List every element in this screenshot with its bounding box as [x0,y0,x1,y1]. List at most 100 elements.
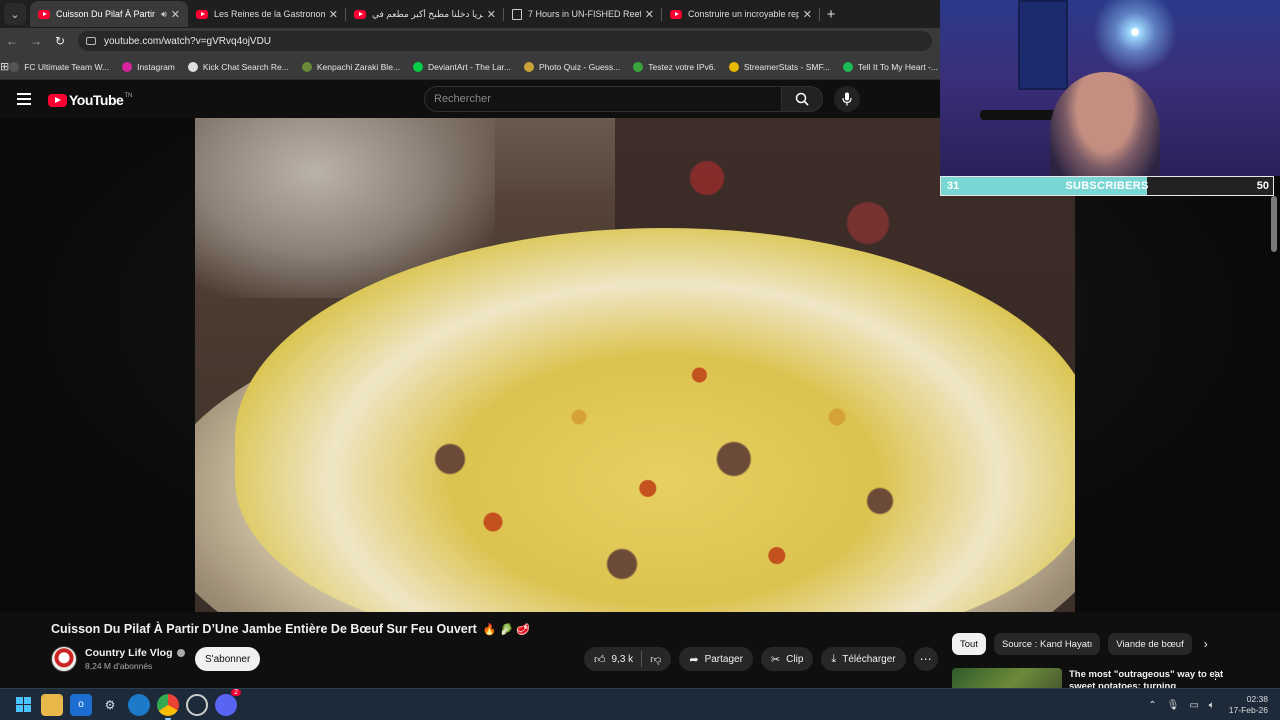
tray-network-icon[interactable]: ▭ [1189,700,1198,711]
file-explorer-icon[interactable] [41,693,63,716]
chevron-right-icon[interactable]: › [1204,637,1208,651]
bookmark-item[interactable]: Photo Quiz - Guess... [524,61,621,72]
bookmark-item[interactable]: FC Ultimate Team W... [9,61,110,72]
bookmark-favicon-icon [301,61,312,72]
bookmark-favicon-icon [122,61,133,72]
clip-button[interactable]: ✂ Clip [760,647,814,671]
obs-icon[interactable] [186,693,208,716]
channel-avatar[interactable] [51,646,77,672]
bookmark-item[interactable]: DeviantArt - The Lar... [413,61,511,72]
tab-search-chevron-icon[interactable]: ⌄ [4,3,26,25]
like-count[interactable]: 9,3 k [612,654,634,665]
subscriber-goal: 50 [1256,180,1269,192]
recommended-more-icon[interactable]: ⋮ [1210,669,1221,682]
thumbs-up-icon[interactable]: 👍︎ [594,653,606,666]
bookmark-item[interactable]: Tell It To My Heart -... [842,61,938,72]
tray-microphone-icon[interactable]: 🎙︎ [1167,700,1180,711]
thumbs-down-icon[interactable]: 👎︎ [650,653,661,666]
download-button[interactable]: ⤓ Télécharger [821,647,906,671]
webcam-wall-panel [1018,0,1068,90]
chrome-icon[interactable] [157,693,179,720]
bookmark-favicon-icon [633,61,644,72]
bookmark-favicon-icon [842,61,853,72]
browser-tab-title: Les Reines de la Gastronomie d [214,9,325,19]
bookmark-item[interactable]: Kick Chat Search Re... [187,61,289,72]
youtube-favicon-icon [38,9,50,19]
share-button[interactable]: ➦ Partager [679,647,753,671]
windows-start-icon[interactable] [12,694,34,716]
download-icon: ⤓ [831,652,837,665]
site-info-icon[interactable] [86,37,96,45]
bookmark-label: Tell It To My Heart -... [857,61,938,72]
reload-icon[interactable]: ↻ [48,34,72,48]
bookmark-favicon-icon [187,61,198,72]
bookmark-item[interactable]: Testez votre IPv6. [633,61,716,72]
microphone-icon [842,92,852,106]
tab-audio-icon[interactable]: 🔊︎ [161,9,167,20]
browser-tab[interactable]: Construire un incroyable repair ✕ [662,1,820,27]
bookmark-item[interactable]: StreamerStats - SMF... [728,61,830,72]
search-button[interactable] [781,86,823,112]
bookmark-item[interactable]: Instagram [122,61,175,72]
tab-close-icon[interactable]: ✕ [645,8,654,21]
channel-subscriber-count: 8,24 M d'abonnés [85,661,153,671]
webcam-led-star [1090,0,1180,80]
scissors-icon: ✂ [770,653,781,666]
filter-chip[interactable]: Viande de bœuf [1108,633,1192,655]
new-tab-button[interactable]: + [820,6,842,23]
recommended-thumbnail[interactable] [952,668,1062,690]
page-scrollbar[interactable] [1271,196,1277,252]
video-title-text: Cuisson Du Pilaf À Partir D’Une Jambe En… [51,622,477,636]
subscriber-goal-label: SUBSCRIBERS [1065,180,1149,192]
apps-grid-icon[interactable]: ⊞ [0,60,9,73]
browser-tab-title: Cuisson Du Pilaf À Partir D'U [56,9,158,19]
channel-info: Country Life Vlog 8,24 M d'abonnés [51,646,185,672]
download-label: Télécharger [842,653,896,665]
tab-close-icon[interactable]: ✕ [329,8,338,21]
filter-chip[interactable]: Source : Kand Hayatı [993,633,1101,655]
clip-label: Clip [786,653,804,665]
bookmark-label: Photo Quiz - Guess... [539,61,621,72]
search-icon [795,92,809,106]
back-arrow-icon[interactable]: ← [0,34,24,48]
taskbar-clock[interactable]: 02:38 17-Feb-26 [1229,694,1268,716]
menu-hamburger-icon[interactable] [17,93,31,105]
forward-arrow-icon[interactable]: → [24,34,48,48]
url-field[interactable]: youtube.com/watch?v=gVRvq4ojVDU [78,31,932,51]
more-actions-icon[interactable]: ⋯ [913,647,938,671]
browser-tab[interactable]: حصريا دخلنا مطبخ أكبر مطعم في ✕ [346,1,504,27]
youtube-favicon-icon [196,9,208,19]
bookmark-label: Kick Chat Search Re... [202,61,289,72]
channel-name[interactable]: Country Life Vlog [85,647,173,659]
browser-tab[interactable]: Les Reines de la Gastronomie d ✕ [188,1,346,27]
tray-chevron-up-icon[interactable]: ⌃ [1148,700,1156,711]
recommended-title[interactable]: The most "outrageous" way to eat sweet p… [1069,669,1249,690]
filter-chip[interactable]: Tout [952,633,986,655]
search-input[interactable] [425,87,781,111]
browser-tab[interactable]: 7 Hours in UN-FISHED Reef Hol ✕ [504,1,662,27]
tab-close-icon[interactable]: ✕ [171,8,180,21]
steam-icon[interactable]: ⚙ [99,694,121,716]
browser-tab-title: حصريا دخلنا مطبخ أكبر مطعم في [372,8,483,19]
subscribe-button[interactable]: S'abonner [195,647,261,671]
youtube-logo[interactable]: YouTube TN [48,92,132,108]
tab-close-icon[interactable]: ✕ [803,8,812,21]
discord-badge: 2 [231,688,241,696]
voice-search-button[interactable] [834,86,860,112]
tray-volume-icon[interactable]: 🔈︎ [1209,700,1215,711]
youtube-header: YouTube TN [0,80,940,118]
tab-close-icon[interactable]: ✕ [487,8,496,21]
subscriber-goal-bar: 31 SUBSCRIBERS 50 [940,176,1274,196]
like-dislike-group: 👍︎ 9,3 k 👎︎ [584,647,672,671]
recommended-video[interactable]: The most "outrageous" way to eat sweet p… [952,668,1272,690]
discord-icon[interactable]: 2 [215,688,241,716]
bookmark-favicon-icon [524,61,535,72]
tab-separator [819,8,820,21]
outlook-icon[interactable]: o [70,693,92,716]
bookmark-favicon-icon [9,61,20,72]
bookmark-label: FC Ultimate Team W... [24,61,110,72]
bookmark-item[interactable]: Kenpachi Zaraki Ble... [301,61,400,72]
browser-tab[interactable]: Cuisson Du Pilaf À Partir D'U🔊︎ ✕ [30,1,188,27]
edge-icon[interactable] [128,693,150,716]
verified-check-icon [176,649,185,657]
